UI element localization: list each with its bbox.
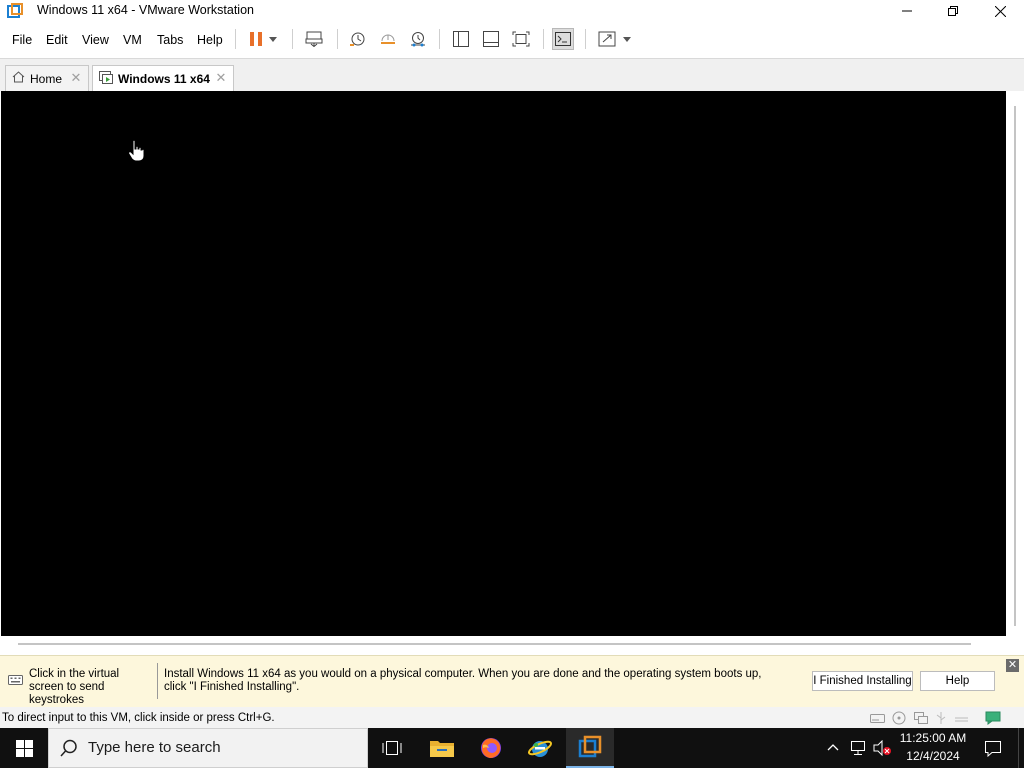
console-view-icon[interactable]	[552, 28, 574, 50]
search-icon	[60, 739, 78, 760]
volume-muted-icon[interactable]	[873, 739, 893, 759]
minimize-button[interactable]	[884, 0, 930, 22]
hint-keystrokes-text: Click in the virtual screen to send keys…	[29, 668, 120, 706]
tab-home[interactable]: Home ✕	[5, 65, 89, 91]
notification-icon	[985, 740, 1001, 757]
task-view-icon	[382, 741, 402, 755]
close-tab-icon[interactable]: ✕	[215, 71, 227, 84]
send-ctrl-alt-del-icon[interactable]	[303, 28, 325, 50]
menu-view[interactable]: View	[82, 33, 109, 47]
vm-screen[interactable]	[1, 91, 1006, 636]
clock-time[interactable]: 11:25:00 AM	[896, 731, 970, 745]
firefox-icon	[481, 738, 501, 758]
file-explorer-button[interactable]	[418, 728, 466, 768]
windows-logo-icon	[15, 739, 33, 757]
folder-icon	[430, 741, 454, 757]
tab-vm-label: Windows 11 x64	[118, 72, 210, 86]
toolbar-separator	[543, 29, 544, 49]
keyboard-icon	[8, 673, 23, 690]
start-button[interactable]	[0, 728, 48, 768]
restore-button[interactable]	[930, 0, 976, 22]
close-button[interactable]	[977, 0, 1023, 22]
window-title: Windows 11 x64 - VMware Workstation	[37, 3, 254, 17]
tab-home-label: Home	[30, 71, 63, 86]
usb-icon[interactable]	[933, 711, 949, 725]
revert-snapshot-icon[interactable]	[377, 28, 399, 50]
show-library-icon[interactable]	[450, 28, 472, 50]
snapshot-icon[interactable]	[347, 28, 369, 50]
i-finished-installing-button[interactable]: I Finished Installing	[812, 671, 913, 691]
vm-icon	[99, 71, 113, 87]
hint-close-icon[interactable]: ✕	[1006, 659, 1019, 672]
toolbar-separator	[235, 29, 236, 49]
toolbar-separator	[585, 29, 586, 49]
power-dropdown-arrow-icon[interactable]	[266, 28, 280, 50]
network-adapter-icon[interactable]	[912, 711, 928, 725]
toolbar-separator	[439, 29, 440, 49]
stretch-dropdown-arrow-icon[interactable]	[620, 28, 634, 50]
message-log-icon[interactable]	[985, 711, 1001, 725]
search-placeholder: Type here to search	[88, 739, 221, 756]
vmware-icon	[578, 735, 602, 758]
hand-cursor-icon	[128, 139, 145, 165]
toolbar-separator	[292, 29, 293, 49]
cd-dvd-icon[interactable]	[891, 711, 907, 725]
thumbnail-bar-icon[interactable]	[480, 28, 502, 50]
stretch-guest-icon[interactable]	[596, 28, 618, 50]
menu-help[interactable]: Help	[197, 33, 223, 47]
hint-divider	[157, 663, 158, 699]
close-tab-icon[interactable]: ✕	[70, 71, 82, 84]
menu-file[interactable]: File	[12, 33, 32, 47]
hint-install-message: Install Windows 11 x64 as you would on a…	[164, 668, 762, 693]
network-icon[interactable]	[850, 740, 868, 759]
action-center-button[interactable]	[978, 728, 1008, 768]
internet-explorer-button[interactable]	[516, 728, 564, 768]
menu-edit[interactable]: Edit	[46, 33, 68, 47]
status-text: To direct input to this VM, click inside…	[2, 712, 275, 724]
internet-explorer-icon	[527, 740, 553, 757]
sound-card-icon[interactable]	[953, 711, 969, 725]
firefox-button[interactable]	[467, 728, 515, 768]
pause-icon[interactable]	[245, 28, 267, 50]
horizontal-scrollbar-thumb[interactable]	[18, 643, 971, 645]
menu-tabs[interactable]: Tabs	[157, 33, 183, 47]
show-desktop-button[interactable]	[1018, 728, 1024, 768]
show-hidden-icons-chevron-icon[interactable]	[826, 738, 840, 759]
home-icon	[12, 71, 25, 86]
snapshot-manager-icon[interactable]	[407, 28, 429, 50]
toolbar-separator	[337, 29, 338, 49]
hint-help-button[interactable]: Help	[920, 671, 995, 691]
task-view-button[interactable]	[368, 728, 416, 768]
vmware-app-icon	[7, 3, 23, 19]
full-screen-icon[interactable]	[510, 28, 532, 50]
vertical-scrollbar-thumb[interactable]	[1014, 106, 1016, 626]
vmware-workstation-button[interactable]	[566, 728, 614, 768]
clock-date[interactable]: 12/4/2024	[896, 749, 970, 763]
tab-windows-11-x64[interactable]: Windows 11 x64 ✕	[92, 65, 234, 92]
menu-vm[interactable]: VM	[123, 33, 142, 47]
hard-disk-icon[interactable]	[869, 711, 885, 725]
